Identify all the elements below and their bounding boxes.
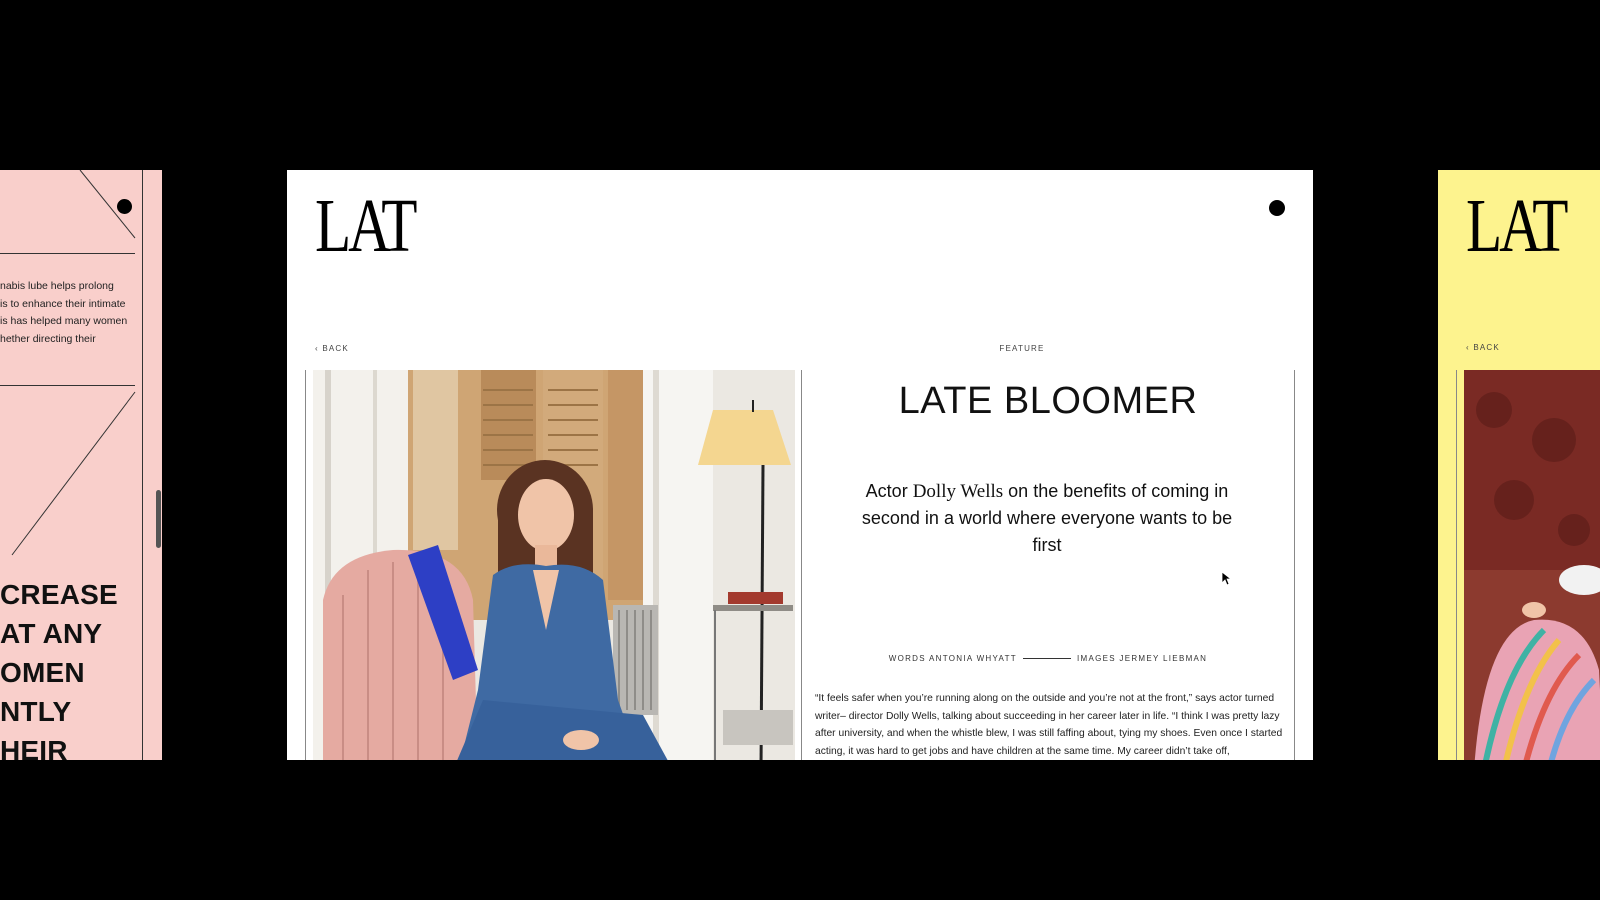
menu-dot-icon[interactable]	[117, 199, 132, 214]
previous-article-card[interactable]: nabis lube helps prolong is to enhance t…	[0, 170, 162, 760]
excerpt-line: is has helped many women	[0, 315, 128, 327]
divider	[0, 385, 135, 386]
feature-photo	[313, 370, 795, 760]
headline-line: HEIR	[0, 735, 68, 760]
article-headline: CREASE AT ANY OMEN NTLY HEIR	[0, 575, 118, 760]
frame-rule	[1456, 370, 1457, 760]
words-credit: WORDS ANTONIA WHYATT	[888, 654, 1017, 663]
deck-name: Dolly Wells	[912, 481, 1004, 502]
excerpt-line: nabis lube helps prolong	[0, 280, 114, 292]
section-label: FEATURE	[999, 344, 1045, 353]
frame-rule	[801, 370, 802, 760]
mouse-cursor-icon	[1222, 572, 1232, 586]
back-label: BACK	[322, 344, 349, 353]
back-link[interactable]: ‹ BACK	[1466, 343, 1500, 352]
chevron-left-icon: ‹	[1466, 343, 1470, 352]
headline-line: OMEN	[0, 657, 85, 688]
brand-logo[interactable]: LAT	[315, 188, 417, 264]
chevron-left-icon: ‹	[315, 344, 319, 353]
brand-logo[interactable]: LAT	[1466, 188, 1568, 264]
frame-rule	[1294, 370, 1295, 760]
back-label: BACK	[1473, 343, 1500, 352]
frame-rule	[305, 370, 306, 760]
feature-photo	[1464, 370, 1600, 760]
article-excerpt: nabis lube helps prolong is to enhance t…	[0, 278, 135, 348]
article-title: LATE BLOOMER	[898, 380, 1198, 422]
menu-dot-icon[interactable]	[1269, 200, 1285, 216]
headline-line: CREASE	[0, 579, 118, 610]
article-deck: Actor Dolly Wells on the benefits of com…	[847, 478, 1247, 559]
next-article-card[interactable]: LAT ‹ BACK	[1438, 170, 1600, 760]
headline-line: AT ANY	[0, 618, 103, 649]
article-credits: WORDS ANTONIA WHYATT IMAGES JERMEY LIEBM…	[803, 654, 1293, 663]
divider	[0, 253, 135, 254]
credit-divider	[1022, 658, 1071, 659]
article-body: “It feels safer when you’re running alon…	[815, 693, 1283, 757]
current-article-card: LAT ‹ BACK FEATURE LATE BLOOMER Actor Do…	[287, 170, 1313, 760]
back-link[interactable]: ‹ BACK	[315, 344, 349, 353]
headline-line: NTLY	[0, 696, 72, 727]
deck-text: Actor	[865, 481, 913, 501]
scrollbar-thumb[interactable]	[156, 490, 161, 548]
card-border	[142, 170, 143, 760]
excerpt-line: is to enhance their intimate	[0, 297, 126, 310]
excerpt-line: hether directing their	[0, 332, 96, 345]
images-credit: IMAGES JERMEY LIEBMAN	[1076, 654, 1208, 663]
